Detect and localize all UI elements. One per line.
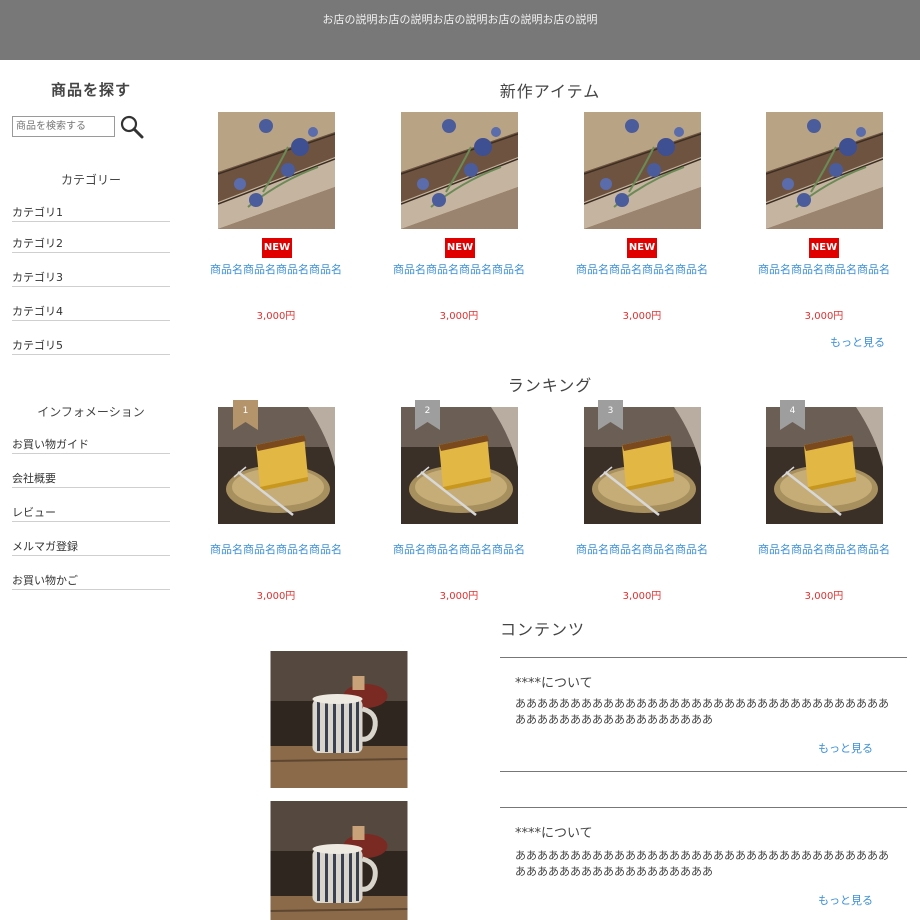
sidebar-item-guide[interactable]: お買い物ガイド	[12, 432, 170, 454]
sidebar-item-category[interactable]: カテゴリ1	[12, 200, 170, 222]
product-price: 3,000円	[804, 591, 844, 602]
product-price: 3,000円	[256, 311, 296, 322]
product-image[interactable]	[218, 112, 335, 229]
sidebar-item-category[interactable]: カテゴリ2	[12, 231, 170, 253]
product-name-link[interactable]: 商品名商品名商品名商品名	[206, 542, 346, 558]
product-price: 3,000円	[622, 311, 662, 322]
sidebar-item-review[interactable]: レビュー	[12, 500, 170, 522]
content-heading: ****について	[515, 676, 593, 691]
content-more-link[interactable]: もっと見る	[818, 740, 873, 756]
sidebar-item-category[interactable]: カテゴリ3	[12, 265, 170, 287]
new-badge: NEW	[809, 238, 839, 258]
product-name-link[interactable]: 商品名商品名商品名商品名	[754, 262, 894, 278]
rank-badge: 2	[415, 400, 440, 430]
product-name-link[interactable]: 商品名商品名商品名商品名	[389, 262, 529, 278]
product-price: 3,000円	[804, 311, 844, 322]
product-name-link[interactable]: 商品名商品名商品名商品名	[572, 262, 712, 278]
new-badge: NEW	[445, 238, 475, 258]
sidebar: 商品を探す カテゴリー カテゴリ1 カテゴリ2 カテゴリ3 カテゴリ4 カテゴリ…	[0, 60, 185, 920]
content-body: ああああああああああああああああああああああああああああああああああああああああ…	[515, 849, 889, 878]
product-name-link[interactable]: 商品名商品名商品名商品名	[206, 262, 346, 278]
new-items-title: 新作アイテム	[499, 82, 601, 101]
content-body: ああああああああああああああああああああああああああああああああああああああああ…	[515, 697, 889, 726]
information-title: インフォメーション	[37, 405, 145, 419]
sidebar-item-newsletter[interactable]: メルマガ登録	[12, 534, 170, 556]
product-price: 3,000円	[439, 311, 479, 322]
shop-banner: お店の説明お店の説明お店の説明お店の説明お店の説明	[0, 0, 920, 60]
new-badge: NEW	[627, 238, 657, 258]
product-image[interactable]	[401, 112, 518, 229]
product-name-link[interactable]: 商品名商品名商品名商品名	[572, 542, 712, 558]
new-items-more-link[interactable]: もっと見る	[830, 334, 885, 350]
sidebar-item-category[interactable]: カテゴリ5	[12, 333, 170, 355]
search-input[interactable]	[12, 116, 115, 137]
product-name-link[interactable]: 商品名商品名商品名商品名	[389, 542, 529, 558]
content-image[interactable]	[270, 651, 408, 788]
search-title: 商品を探す	[50, 81, 131, 99]
category-title: カテゴリー	[60, 173, 121, 187]
rank-badge: 4	[780, 400, 805, 430]
product-image[interactable]	[766, 112, 883, 229]
rank-badge: 1	[233, 400, 258, 430]
content-heading: ****について	[515, 826, 593, 841]
contents-title: コンテンツ	[500, 620, 586, 639]
content-item: ****について あああああああああああああああああああああああああああああああ…	[500, 807, 907, 920]
product-price: 3,000円	[439, 591, 479, 602]
search-icon[interactable]	[119, 114, 145, 140]
sidebar-item-category[interactable]: カテゴリ4	[12, 299, 170, 321]
new-badge: NEW	[262, 238, 292, 258]
sidebar-item-company[interactable]: 会社概要	[12, 466, 170, 488]
content-more-link[interactable]: もっと見る	[818, 892, 873, 908]
sidebar-item-cart[interactable]: お買い物かご	[12, 568, 170, 590]
product-price: 3,000円	[256, 591, 296, 602]
product-image[interactable]	[584, 112, 701, 229]
content-item: ****について あああああああああああああああああああああああああああああああ…	[500, 657, 907, 772]
product-price: 3,000円	[622, 591, 662, 602]
product-name-link[interactable]: 商品名商品名商品名商品名	[754, 542, 894, 558]
content-image[interactable]	[270, 801, 408, 920]
shop-description: お店の説明お店の説明お店の説明お店の説明お店の説明	[322, 13, 598, 26]
rank-badge: 3	[598, 400, 623, 430]
ranking-title: ランキング	[507, 376, 593, 395]
